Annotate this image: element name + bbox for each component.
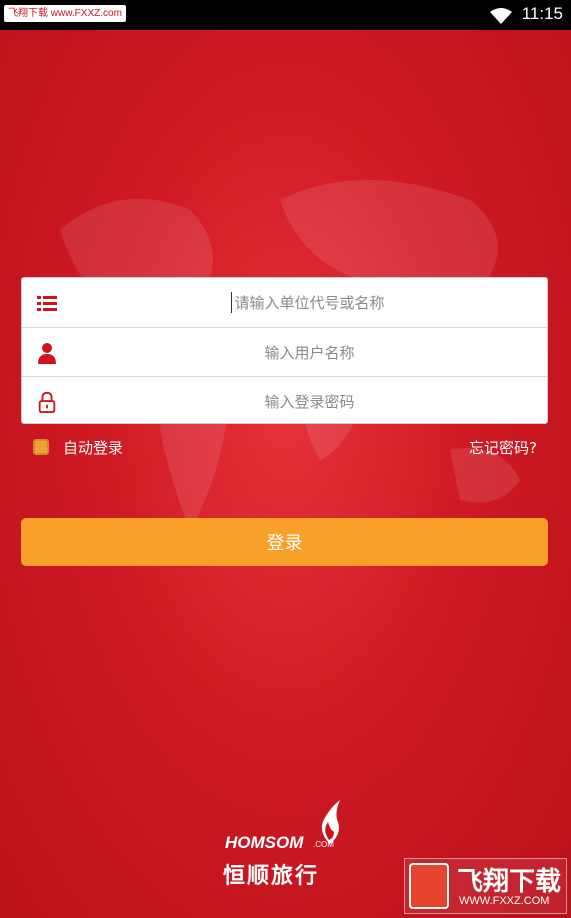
user-icon (38, 343, 56, 364)
text-cursor (231, 292, 232, 313)
auto-login-checkbox[interactable] (33, 439, 49, 455)
brand-dotcom: .COM (313, 840, 334, 849)
brand-name-cn: 恒顺旅行 (223, 864, 320, 889)
watermark-badge-icon (409, 863, 449, 909)
login-button[interactable]: 登录 (21, 518, 548, 566)
watermark-url: WWW.FXXZ.COM (459, 895, 550, 907)
clock: 11:15 (521, 4, 563, 23)
status-watermark: 飞翔下载 www.FXXZ.com (4, 5, 126, 22)
password-field (22, 376, 547, 426)
username-field (22, 327, 547, 377)
forgot-password-link[interactable]: 忘记密码? (469, 437, 537, 458)
password-input[interactable] (82, 377, 537, 426)
username-input[interactable] (82, 328, 537, 377)
flame-icon (321, 800, 340, 844)
world-map-background (60, 180, 520, 530)
brand-logo: HOMSOM .COM 恒顺旅行 (220, 800, 360, 890)
list-icon (37, 296, 57, 311)
company-field (22, 278, 547, 327)
status-bar: 飞翔下载 www.FXXZ.com 11:15 (0, 0, 571, 30)
wifi-icon (490, 8, 512, 24)
watermark-text: 飞翔下载 (457, 867, 562, 897)
corner-watermark: 飞翔下载 WWW.FXXZ.COM (404, 858, 567, 914)
company-input[interactable] (82, 278, 537, 327)
login-form (21, 277, 548, 426)
auto-login-label: 自动登录 (63, 439, 124, 457)
brand-name-en: HOMSOM (225, 833, 304, 852)
lock-icon (38, 391, 56, 413)
